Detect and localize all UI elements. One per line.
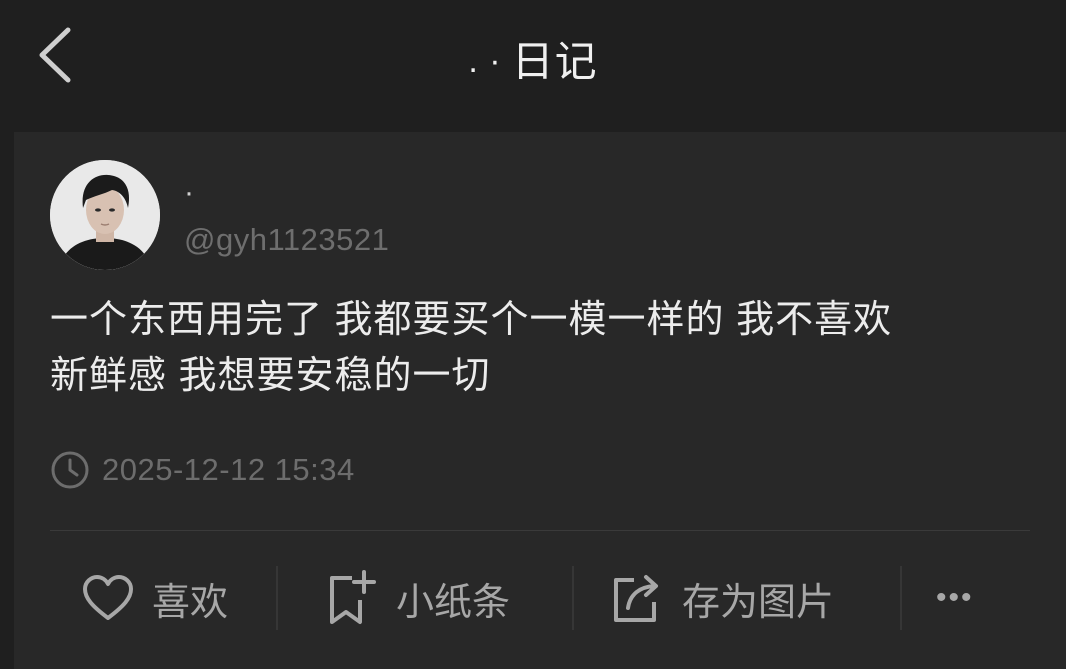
bookmark-add-icon — [330, 570, 376, 624]
post-card: · @gyh1123521 一个东西用完了 我都要买个一模一样的 我不喜欢 新鲜… — [14, 132, 1066, 669]
avatar[interactable] — [50, 160, 160, 270]
like-button[interactable]: 喜欢 — [82, 560, 228, 636]
user-handle[interactable]: @gyh1123521 — [184, 222, 389, 258]
title-dots: . · — [468, 42, 502, 80]
display-name: · — [184, 176, 194, 209]
clock-icon — [51, 451, 89, 489]
note-label: 小纸条 — [396, 581, 511, 624]
heart-icon — [83, 575, 133, 620]
avatar-portrait — [50, 160, 160, 270]
action-separator — [900, 566, 902, 630]
post-content-line-2: 新鲜感 我想要安稳的一切 — [50, 355, 491, 397]
title-text: 日记 — [511, 38, 598, 85]
post-timestamp: 2025-12-12 15:34 — [102, 452, 355, 487]
divider — [50, 530, 1030, 531]
share-export-icon — [614, 575, 658, 622]
more-icon: ••• — [936, 581, 974, 614]
save-image-button[interactable]: 存为图片 — [610, 560, 834, 636]
top-bar: . · 日记 — [0, 0, 1066, 110]
note-button[interactable]: 小纸条 — [326, 560, 510, 636]
post-content: 一个东西用完了 我都要买个一模一样的 我不喜欢 新鲜感 我想要安稳的一切 — [50, 292, 1040, 404]
action-separator — [276, 566, 278, 630]
like-label: 喜欢 — [152, 581, 229, 624]
page-title: . · 日记 — [0, 28, 1066, 89]
more-button[interactable]: ••• — [936, 560, 974, 636]
post-content-line-1: 一个东西用完了 我都要买个一模一样的 我不喜欢 — [50, 299, 893, 341]
post-meta: 2025-12-12 15:34 — [50, 450, 355, 490]
action-bar: 喜欢 小纸条 存为图片 ••• — [14, 560, 1066, 636]
save-image-label: 存为图片 — [682, 581, 835, 624]
action-separator — [572, 566, 574, 630]
